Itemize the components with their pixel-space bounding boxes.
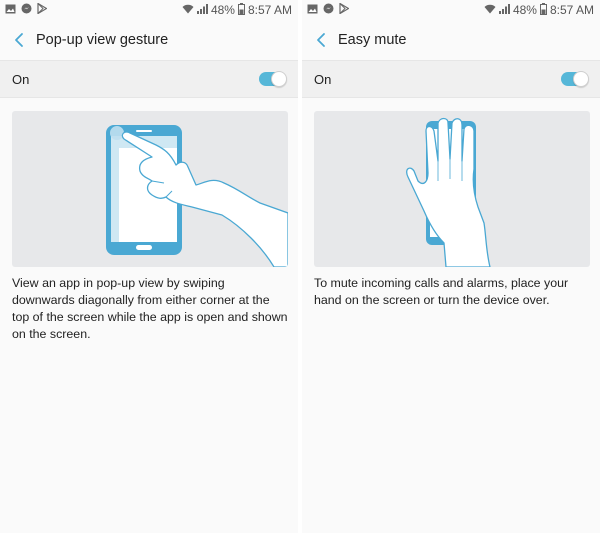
app-bar: Easy mute xyxy=(302,20,600,60)
wifi-icon xyxy=(182,3,194,17)
signal-icon xyxy=(196,3,208,17)
status-bar: 48% 8:57 AM xyxy=(302,0,600,20)
on-off-switch[interactable] xyxy=(259,71,287,87)
on-off-switch[interactable] xyxy=(561,71,589,87)
app-bar: Pop-up view gesture xyxy=(0,20,298,60)
page-title: Easy mute xyxy=(338,32,407,48)
clock: 8:57 AM xyxy=(549,3,594,17)
battery-icon xyxy=(237,2,245,18)
battery-icon xyxy=(539,2,547,18)
hand-cover-screen-illustration xyxy=(314,111,590,267)
master-switch-row[interactable]: On xyxy=(302,60,600,98)
switch-label: On xyxy=(314,71,332,87)
switch-label: On xyxy=(12,71,30,87)
back-button[interactable] xyxy=(10,28,28,52)
battery-percent: 48% xyxy=(512,3,537,17)
clock: 8:57 AM xyxy=(247,3,292,17)
feature-description: View an app in pop-up view by swiping do… xyxy=(12,276,288,341)
back-button[interactable] xyxy=(312,28,330,52)
wifi-icon xyxy=(484,3,496,17)
page-title: Pop-up view gesture xyxy=(36,32,169,48)
chevron-left-icon xyxy=(15,33,23,47)
master-switch-row[interactable]: On xyxy=(0,60,298,98)
messenger-icon xyxy=(323,3,334,17)
gallery-icon xyxy=(5,3,16,17)
phone-swipe-gesture-illustration xyxy=(12,111,288,267)
messenger-icon xyxy=(21,3,32,17)
status-bar: 48% 8:57 AM xyxy=(0,0,298,20)
signal-icon xyxy=(498,3,510,17)
chevron-left-icon xyxy=(317,33,325,47)
battery-percent: 48% xyxy=(210,3,235,17)
play-store-icon xyxy=(37,2,48,17)
gallery-icon xyxy=(307,3,318,17)
feature-description: To mute incoming calls and alarms, place… xyxy=(314,276,569,307)
popup-view-gesture-screen: 48% 8:57 AM Pop-up view gesture On View … xyxy=(0,0,298,533)
play-store-icon xyxy=(339,2,350,17)
easy-mute-screen: 48% 8:57 AM Easy mute On To mute incomin… xyxy=(302,0,600,533)
